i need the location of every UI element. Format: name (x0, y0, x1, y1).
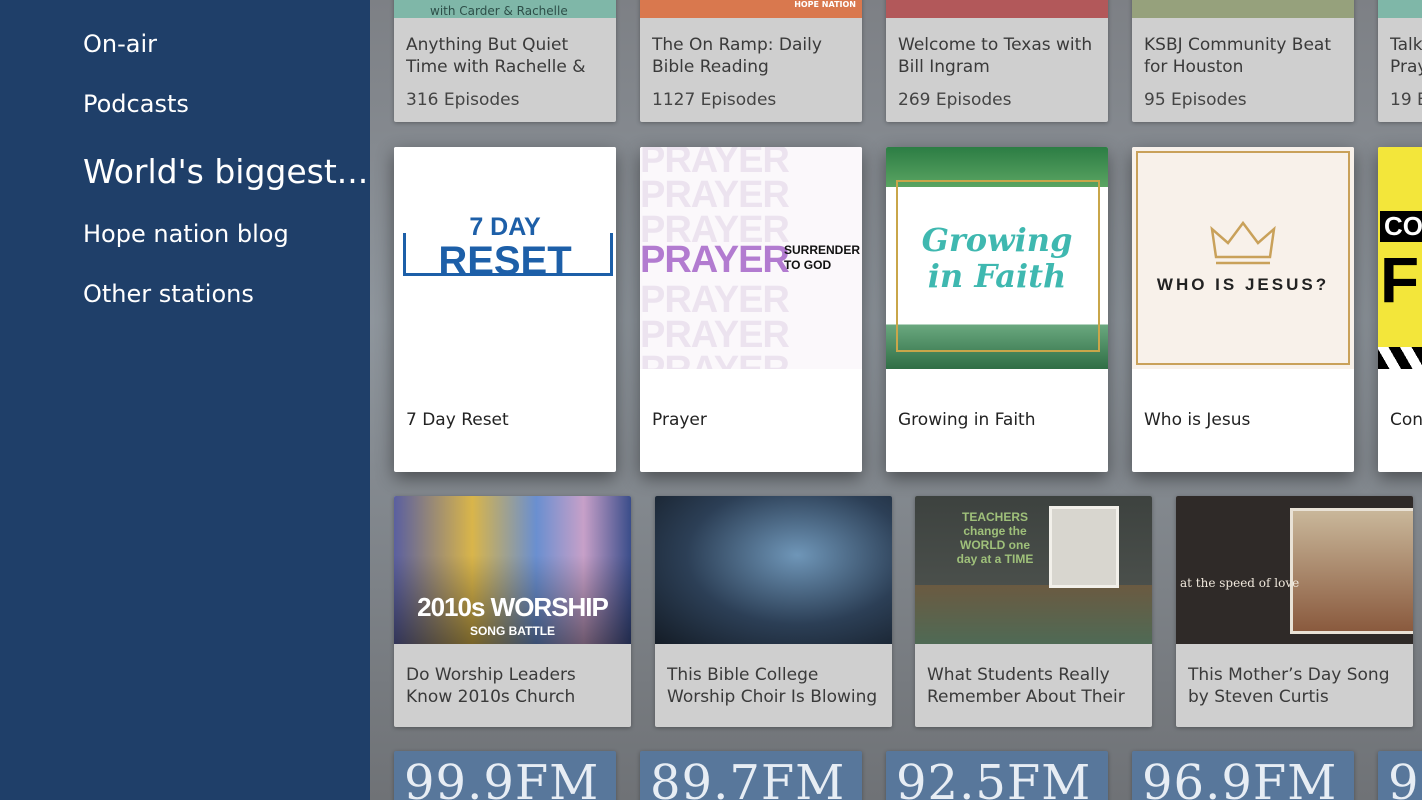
station-frequency: 92.5FM (896, 755, 1092, 800)
crown-icon (1210, 220, 1276, 265)
artwork-title-main: RESET (438, 239, 572, 283)
nav-item-on-air[interactable]: On-air (83, 30, 157, 58)
podcast-card[interactable]: Welcome to Texas with Bill Ingram 269 Ep… (886, 0, 1108, 122)
artwork-title: PRAYER (640, 239, 790, 281)
artwork-subtitle: SURRENDER TO GOD (784, 243, 861, 272)
card-title: Welcome to Texas with Bill Ingram (898, 35, 1093, 77)
station-frequency: 99.9FM (404, 755, 600, 800)
nav-item-hope-nation-blog[interactable]: Hope nation blog (83, 220, 289, 248)
thumbnail-title: 2010s WORSHIP (417, 592, 609, 622)
podcast-card[interactable]: HOPE NATION The On Ramp: Daily Bible Rea… (640, 0, 862, 122)
podcast-card[interactable]: with Carder & Rachelle Anything But Quie… (394, 0, 616, 122)
series-artwork: CO F (1378, 147, 1422, 369)
artwork-title: WHO IS JESUS? (1156, 275, 1330, 294)
thumbnail-subtitle: SONG BATTLE (469, 624, 556, 638)
video-thumbnail: at the speed of love (1176, 496, 1413, 644)
thumbnail-photo (1049, 506, 1119, 588)
station-frequency: 96.9FM (1142, 755, 1338, 800)
card-title: Growing in Faith (898, 410, 1036, 430)
card-title: Con (1390, 410, 1422, 430)
episode-count: 1127 Episodes (652, 90, 777, 110)
episode-count: 316 Episodes (406, 90, 520, 110)
card-title: This Bible College Worship Choir Is Blow… (667, 665, 878, 707)
podcast-thumbnail: HOPE NATION (640, 0, 862, 18)
series-card-7-day-reset[interactable]: 7 DAY RESET 7 Day Reset (394, 147, 616, 472)
series-artwork: WHO IS JESUS? (1132, 147, 1354, 369)
thumbnail-text: at the speed of love (1180, 576, 1300, 590)
episode-count: 269 Episodes (898, 90, 1012, 110)
sidebar: On-air Podcasts World's biggest... Hope … (0, 0, 370, 800)
card-title: Anything But Quiet Time with Rachelle & (406, 35, 586, 77)
podcast-thumbnail (1378, 0, 1422, 18)
video-card[interactable]: TEACHERS change the WORLD one day at a T… (915, 496, 1152, 727)
card-title: KSBJ Community Beat for Houston (1144, 35, 1332, 77)
nav-item-podcasts[interactable]: Podcasts (83, 90, 189, 118)
episode-count: 19 E (1390, 90, 1422, 110)
thumbnail-text: TEACHERS change the WORLD one day at a T… (956, 510, 1034, 566)
card-title: Do Worship Leaders Know 2010s Church (406, 665, 576, 707)
series-card-who-is-jesus[interactable]: WHO IS JESUS? Who is Jesus (1132, 147, 1354, 472)
station-card[interactable]: 89.7FM (640, 751, 862, 800)
podcast-thumbnail: with Carder & Rachelle (394, 0, 616, 18)
card-title: This Mother’s Day Song by Steven Curtis (1188, 665, 1390, 707)
artwork-badge: CO (1380, 211, 1422, 242)
content-area: with Carder & Rachelle Anything But Quie… (370, 0, 1422, 800)
station-row: 99.9FM 89.7FM 92.5FM 96.9FM 9 (370, 0, 1422, 800)
episode-count: 95 Episodes (1144, 90, 1247, 110)
card-title: The On Ramp: Daily Bible Reading (652, 35, 822, 77)
series-artwork: 7 DAY RESET (394, 147, 616, 369)
podcast-card[interactable]: Talk Pray 19 E (1378, 0, 1422, 122)
thumbnail-caption: HOPE NATION (794, 0, 856, 9)
podcast-thumbnail (886, 0, 1108, 18)
artwork-title-line2: in Faith (927, 257, 1067, 295)
station-card[interactable]: 99.9FM (394, 751, 616, 800)
series-card-partial[interactable]: CO F Con (1378, 147, 1422, 472)
nav-item-worlds-biggest[interactable]: World's biggest... (83, 152, 368, 191)
video-card[interactable]: 2010s WORSHIP SONG BATTLE Do Worship Lea… (394, 496, 631, 727)
series-artwork: PRAYERPRAYERPRAYER PRAYERPRAYERPRAYER PR… (640, 147, 862, 369)
artwork-letter: F (1380, 244, 1420, 316)
artwork-stripes (1378, 347, 1422, 369)
video-card[interactable]: at the speed of love This Mother’s Day S… (1176, 496, 1413, 727)
podcast-thumbnail (1132, 0, 1354, 18)
card-title: Who is Jesus (1144, 410, 1251, 430)
station-frequency: 9 (1388, 755, 1420, 800)
series-artwork: Growing in Faith (886, 147, 1108, 369)
nav-item-other-stations[interactable]: Other stations (83, 280, 254, 308)
card-title: What Students Really Remember About Thei… (927, 665, 1125, 707)
station-card[interactable]: 9 (1378, 751, 1422, 800)
series-card-growing-in-faith[interactable]: Growing in Faith Growing in Faith (886, 147, 1108, 472)
series-card-prayer[interactable]: PRAYERPRAYERPRAYER PRAYERPRAYERPRAYER PR… (640, 147, 862, 472)
video-card[interactable]: This Bible College Worship Choir Is Blow… (655, 496, 892, 727)
thumbnail-photo (1290, 508, 1413, 634)
thumbnail-caption: with Carder & Rachelle (430, 4, 568, 18)
video-thumbnail (655, 496, 892, 644)
card-title: Talk Pray (1390, 35, 1422, 77)
card-title: 7 Day Reset (406, 410, 509, 430)
video-thumbnail: TEACHERS change the WORLD one day at a T… (915, 496, 1152, 644)
station-card[interactable]: 92.5FM (886, 751, 1108, 800)
artwork-title-top: 7 DAY (469, 213, 541, 241)
podcast-card[interactable]: KSBJ Community Beat for Houston 95 Episo… (1132, 0, 1354, 122)
card-title: Prayer (652, 410, 707, 430)
artwork-title-line1: Growing (921, 221, 1073, 259)
station-frequency: 89.7FM (650, 755, 846, 800)
station-card[interactable]: 96.9FM (1132, 751, 1354, 800)
video-thumbnail: 2010s WORSHIP SONG BATTLE (394, 496, 631, 644)
